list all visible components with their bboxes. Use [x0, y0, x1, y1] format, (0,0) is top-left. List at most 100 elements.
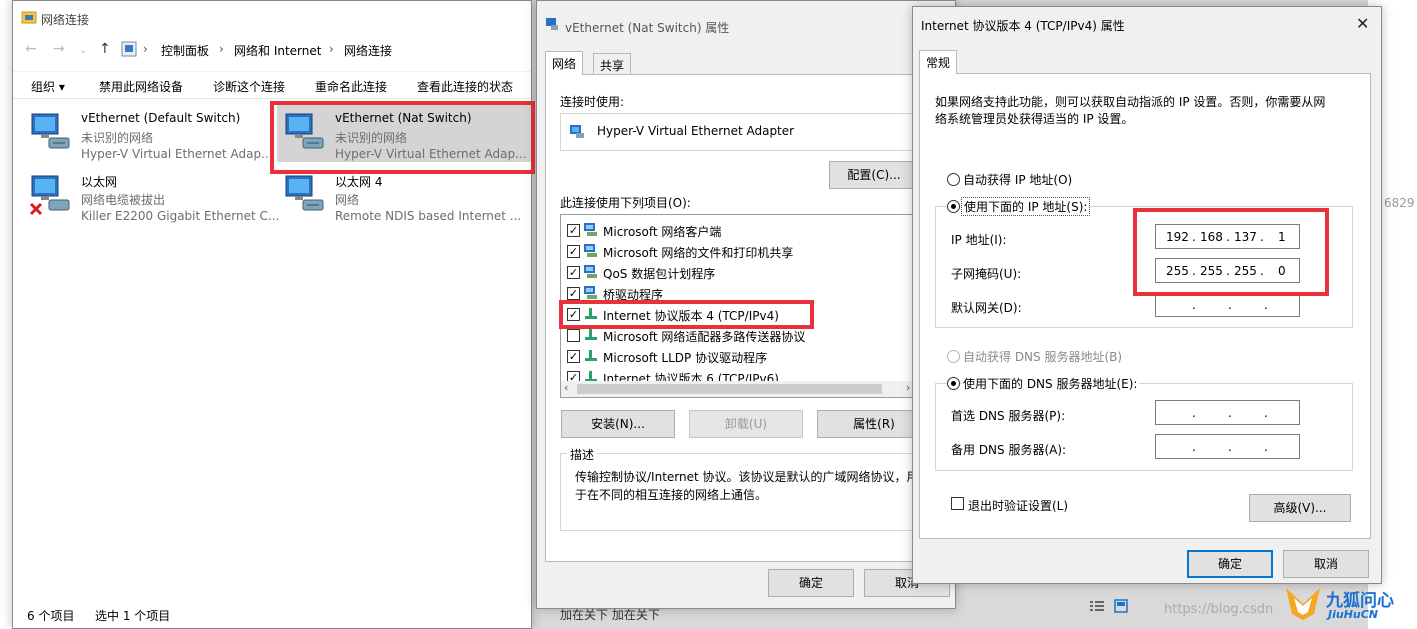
manual-ip-radio[interactable]: [947, 200, 960, 213]
ip-dot: .: [1192, 298, 1196, 312]
preferred-dns-field[interactable]: . . .: [1155, 400, 1300, 425]
item-name: vEthernet (Default Switch): [81, 111, 241, 125]
network-item-ethernet[interactable]: 以太网 网络电缆被拔出 Killer E2200 Gigabit Etherne…: [23, 166, 279, 224]
ip-octet-3: 137: [1234, 230, 1257, 244]
cancel-button[interactable]: 取消: [1283, 550, 1369, 578]
item-adapter: Hyper-V Virtual Ethernet Adap...: [81, 147, 273, 161]
tile-view-icon[interactable]: [1114, 599, 1128, 613]
item-checkbox[interactable]: ✓: [567, 287, 580, 300]
network-adapter-disconnected-icon: [29, 175, 70, 216]
item-label: QoS 数据包计划程序: [603, 267, 716, 281]
gateway-label: 默认网关(D):: [951, 301, 1022, 315]
item-checkbox[interactable]: ✓: [567, 350, 580, 363]
bridge-icon: [584, 286, 597, 299]
ip-dot: .: [1264, 440, 1268, 454]
tab-network[interactable]: 网络: [545, 51, 584, 75]
disable-device-button[interactable]: 禁用此网络设备: [99, 78, 183, 95]
validate-checkbox[interactable]: [951, 497, 964, 510]
tab-general[interactable]: 常规: [919, 50, 958, 74]
install-button[interactable]: 安装(N)...: [561, 410, 675, 438]
diagnose-button[interactable]: 诊断这个连接: [213, 78, 285, 95]
address-bar[interactable]: › 控制面板 › 网络和 Internet › 网络连接: [119, 39, 531, 61]
ip-octet-1: 192: [1166, 230, 1189, 244]
dialog-title: vEthernet (Nat Switch) 属性: [565, 21, 730, 35]
intro-text-line-2: 络系统管理员处获得适当的 IP 设置。: [935, 112, 1134, 126]
item-checkbox[interactable]: ✓: [567, 245, 580, 258]
scrollbar-thumb[interactable]: [577, 384, 882, 394]
close-icon[interactable]: ✕: [1356, 14, 1369, 33]
mask-octet-1: 255: [1166, 264, 1189, 278]
network-item-ethernet-4[interactable]: 以太网 4 网络 Remote NDIS based Internet ...: [277, 166, 527, 224]
item-checkbox[interactable]: ✓: [567, 266, 580, 279]
forward-arrow-icon[interactable]: →: [53, 41, 65, 57]
ip-dot: .: [1192, 230, 1196, 244]
adapter-properties-dialog: vEthernet (Nat Switch) 属性 网络 共享 连接时使用: H…: [536, 0, 956, 609]
network-connections-window: 网络连接 ← → ⌄ ↑ › 控制面板 › 网络和 Internet › 网络连…: [12, 0, 532, 629]
advanced-button[interactable]: 高级(V)...: [1249, 494, 1351, 522]
ip-octet-2: 168: [1200, 230, 1223, 244]
up-arrow-icon[interactable]: ↑: [99, 41, 111, 57]
protocol-icon: [585, 329, 597, 340]
gateway-field[interactable]: . . .: [1155, 292, 1300, 317]
recent-chevron-icon[interactable]: ⌄: [79, 45, 87, 56]
manual-dns-label[interactable]: 使用下面的 DNS 服务器地址(E):: [961, 375, 1140, 392]
item-status: 网络电缆被拔出: [81, 193, 166, 207]
manual-dns-radio[interactable]: [947, 377, 960, 390]
subnet-mask-field[interactable]: 255 . 255 . 255 . 0: [1155, 258, 1300, 283]
scroll-left-icon[interactable]: ‹: [564, 381, 568, 394]
description-label: 描述: [567, 446, 598, 463]
status-bar: 6 个项目 选中 1 个项目: [13, 602, 531, 628]
item-checkbox[interactable]: ✓: [567, 224, 580, 237]
item-adapter: Killer E2200 Gigabit Ethernet C...: [81, 209, 280, 223]
network-item-default-switch[interactable]: vEthernet (Default Switch) 未识别的网络 Hyper-…: [23, 104, 273, 162]
ip-address-label: IP 地址(I):: [951, 233, 1007, 247]
auto-dns-label: 自动获得 DNS 服务器地址(B): [963, 350, 1123, 364]
intro-text-line-1: 如果网络支持此功能，则可以获取自动指派的 IP 设置。否则，你需要从网: [935, 95, 1326, 109]
rename-button[interactable]: 重命名此连接: [315, 78, 387, 95]
ok-button[interactable]: 确定: [1187, 550, 1273, 578]
ip-dot: .: [1264, 298, 1268, 312]
validate-label[interactable]: 退出时验证设置(L): [968, 497, 1068, 514]
ip-dot: .: [1228, 298, 1232, 312]
components-list[interactable]: ✓ Microsoft 网络客户端 ✓ Microsoft 网络的文件和打印机共…: [560, 214, 920, 398]
item-checkbox[interactable]: ✓: [567, 308, 580, 321]
breadcrumb-network-internet[interactable]: 网络和 Internet: [234, 42, 321, 59]
ip-dot: .: [1264, 406, 1268, 420]
view-status-button[interactable]: 查看此连接的状态: [417, 78, 513, 95]
adapter-box: Hyper-V Virtual Ethernet Adapter: [560, 113, 955, 151]
list-view-icon[interactable]: [1090, 600, 1104, 612]
horizontal-scrollbar[interactable]: ‹ ›: [561, 381, 919, 397]
window-title: 网络连接: [41, 13, 90, 27]
ip-dot: .: [1260, 264, 1264, 278]
logo-text-en: JiuHuCN: [1328, 608, 1379, 621]
scroll-right-icon[interactable]: ›: [906, 381, 910, 394]
network-adapter-icon: [570, 125, 584, 138]
item-checkbox[interactable]: [567, 329, 580, 342]
tab-sharing[interactable]: 共享: [593, 53, 632, 75]
description-text-line-2: 于在不同的相互连接的网络上通信。: [575, 488, 768, 502]
auto-ip-label[interactable]: 自动获得 IP 地址(O): [963, 171, 1072, 188]
alternate-dns-field[interactable]: . . .: [1155, 434, 1300, 459]
network-adapter-icon: [31, 113, 70, 149]
breadcrumb-control-panel[interactable]: 控制面板: [161, 42, 209, 59]
item-label: 桥驱动程序: [603, 288, 664, 302]
manual-ip-label[interactable]: 使用下面的 IP 地址(S):: [961, 197, 1091, 216]
back-arrow-icon[interactable]: ←: [25, 41, 37, 57]
configure-button[interactable]: 配置(C)...: [829, 161, 919, 189]
item-label: Internet 协议版本 4 (TCP/IPv4): [603, 309, 779, 323]
ipv4-properties-dialog: Internet 协议版本 4 (TCP/IPv4) 属性 ✕ 常规 如果网络支…: [912, 6, 1382, 584]
item-status: 未识别的网络: [81, 131, 154, 145]
item-status: 网络: [335, 193, 360, 207]
control-panel-icon: [121, 41, 137, 57]
auto-ip-radio[interactable]: [947, 173, 960, 186]
ip-address-field[interactable]: 192 . 168 . 137 . 1: [1155, 224, 1300, 249]
organize-button[interactable]: 组织 ▾: [31, 78, 65, 95]
network-item-nat-switch[interactable]: vEthernet (Nat Switch) 未识别的网络 Hyper-V Vi…: [277, 104, 531, 162]
ok-button[interactable]: 确定: [768, 569, 854, 597]
breadcrumb-network-connections[interactable]: 网络连接: [344, 42, 392, 59]
site-logo: 九狐问心 JiuHuCN: [1280, 580, 1410, 626]
item-name: 以太网 4: [335, 175, 383, 189]
ip-dot: .: [1192, 264, 1196, 278]
protocol-icon: [585, 308, 597, 319]
item-label: Microsoft 网络适配器多路传送器协议: [603, 330, 806, 344]
